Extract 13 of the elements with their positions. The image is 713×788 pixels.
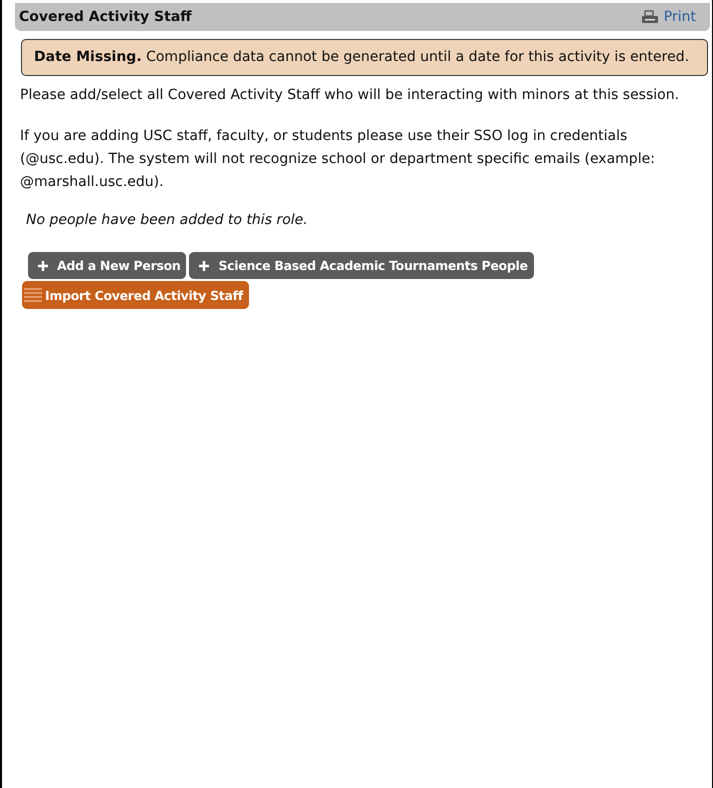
add-button[interactable]: Science Based Academic Tournaments People <box>189 252 534 279</box>
list-icon <box>24 287 42 303</box>
plus-icon <box>198 260 210 272</box>
add-button[interactable]: Add a New Person <box>28 252 186 279</box>
plus-icon <box>37 260 49 272</box>
print-link[interactable]: Print <box>640 9 696 25</box>
instruction-text: Please add/select all Covered Activity Staff who will be interacting with minors at this session. <box>20 86 680 105</box>
alert-message: Date Missing. Compliance data cannot be generated until a date for this activity is entered. <box>34 48 690 67</box>
empty-note: No people have been added to this role. <box>26 212 309 228</box>
instruction-text: If you are adding USC staff, faculty, or students please use their SSO log in credentials (@usc.edu). The system will not recognize school or department specific emails (example: @marshall.usc.edu). <box>20 127 656 192</box>
import-button[interactable]: Import Covered Activity Staff <box>22 281 249 309</box>
panel-title: Covered Activity Staff <box>19 9 192 25</box>
printer-icon <box>640 10 659 24</box>
